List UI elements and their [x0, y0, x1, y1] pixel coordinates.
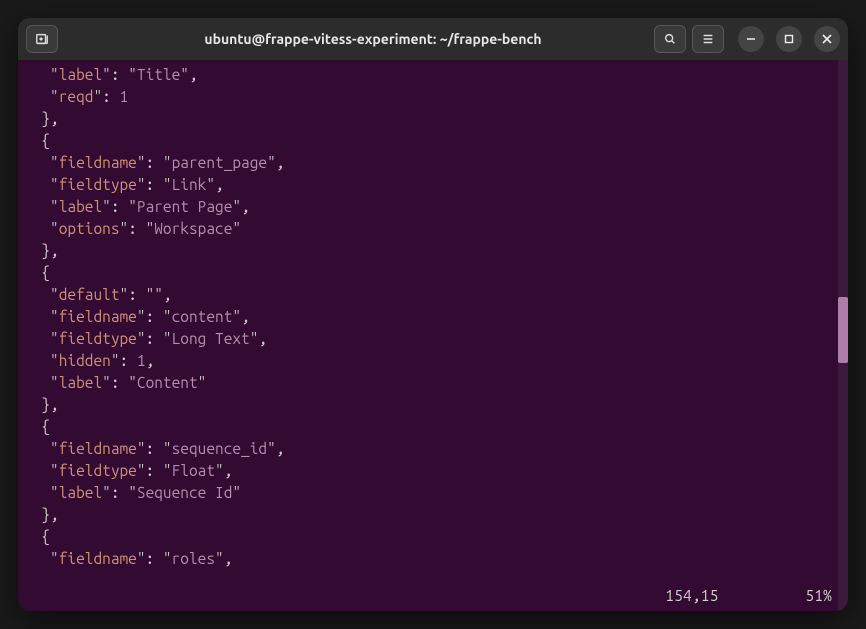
- titlebar: ubuntu@frappe-vitess-experiment: ~/frapp…: [18, 18, 848, 60]
- terminal-viewport[interactable]: "label": "Title", "reqd": 1 }, { "fieldn…: [18, 60, 848, 611]
- scrollbar-thumb[interactable]: [838, 297, 848, 363]
- scroll-percent: 51%: [805, 585, 832, 607]
- new-tab-button[interactable]: [26, 25, 58, 53]
- search-button[interactable]: [654, 25, 686, 53]
- code-content: "label": "Title", "reqd": 1 }, { "fieldn…: [24, 64, 848, 570]
- minimize-button[interactable]: [738, 26, 764, 52]
- terminal-window: ubuntu@frappe-vitess-experiment: ~/frapp…: [18, 18, 848, 611]
- close-button[interactable]: [814, 26, 840, 52]
- window-title: ubuntu@frappe-vitess-experiment: ~/frapp…: [98, 31, 648, 47]
- vim-status-line: 154,15 51%: [665, 585, 832, 607]
- scrollbar-track[interactable]: [838, 60, 848, 611]
- maximize-button[interactable]: [776, 26, 802, 52]
- hamburger-menu-button[interactable]: [692, 25, 724, 53]
- cursor-position: 154,15: [665, 585, 718, 607]
